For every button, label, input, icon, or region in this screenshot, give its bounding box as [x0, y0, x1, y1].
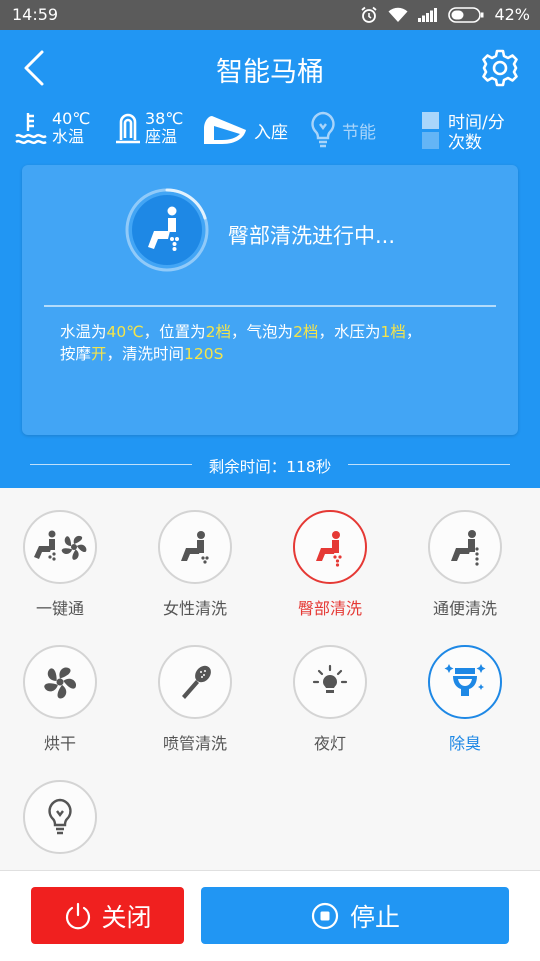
stop-button[interactable]: 停止 — [201, 887, 509, 944]
function-one-touch[interactable]: 一键通 — [0, 488, 120, 618]
battery-icon — [448, 6, 484, 23]
signal-icon — [418, 7, 438, 22]
card-divider — [44, 305, 496, 307]
detail-text: ，水压为 — [318, 323, 381, 341]
seat-temp-status: 38℃ 座温 — [113, 108, 183, 148]
detail-pressure: 1档 — [380, 323, 406, 341]
one-touch-icon — [34, 530, 87, 561]
bowel-wash-icon — [451, 530, 479, 566]
remaining-time: 剩余时间：118秒 — [0, 452, 540, 480]
function-hip-wash[interactable]: 臀部清洗 — [270, 488, 390, 618]
water-thermometer-icon — [15, 113, 47, 145]
toilet-seat-icon — [204, 116, 246, 144]
seat-temp-value: 38℃ — [145, 109, 184, 128]
function-label: 除臭 — [448, 734, 481, 753]
wifi-icon — [388, 7, 408, 23]
detail-text: ， — [405, 323, 422, 341]
function-energy-save[interactable]: 节能 — [0, 758, 120, 870]
deodorize-icon — [444, 664, 486, 696]
brush-icon — [182, 665, 211, 699]
function-female-wash[interactable]: 女性清洗 — [135, 488, 255, 618]
seated-status: 入座 — [200, 112, 288, 148]
function-grid: 一键通 女性清洗 臀部清洗 通便清洗 烘干 喷管清洗 夜灯 除臭 — [0, 488, 540, 870]
page-title: 智能马桶 — [216, 57, 324, 88]
wash-details: 水温为40℃，位置为2档，气泡为2档，水压为1档， 按摩开，清洗时间120S — [60, 321, 490, 365]
function-deodorize[interactable]: 除臭 — [405, 623, 525, 753]
seated-label: 入座 — [254, 122, 288, 143]
function-label: 夜灯 — [313, 734, 346, 753]
progress-ring — [124, 187, 210, 273]
battery-percent: 42% — [494, 5, 530, 24]
close-button[interactable]: 关闭 — [31, 887, 184, 944]
detail-water-temp: 40℃ — [106, 323, 144, 341]
remaining-time-text: 剩余时间：118秒 — [208, 458, 332, 476]
function-nozzle-clean[interactable]: 喷管清洗 — [135, 623, 255, 753]
title-bar: 智能马桶 — [0, 30, 540, 106]
function-label: 臀部清洗 — [297, 599, 362, 618]
hip-wash-icon — [316, 531, 342, 567]
function-bowel-wash[interactable]: 通便清洗 — [405, 488, 525, 618]
female-wash-icon — [181, 531, 209, 564]
detail-text: 水温为 — [60, 323, 107, 341]
mode-legend: 时间/分 次数 — [422, 110, 505, 153]
function-night-light[interactable]: 夜灯 — [270, 623, 390, 753]
wash-status-text: 臀部清洗进行中... — [228, 224, 396, 248]
water-temp-label: 水温 — [52, 127, 85, 146]
seat-temp-label: 座温 — [145, 127, 178, 146]
detail-text: ，位置为 — [143, 323, 206, 341]
detail-bubble: 2档 — [293, 323, 319, 341]
lightbulb-icon — [48, 798, 72, 835]
mode-count-label: 次数 — [448, 132, 482, 153]
detail-text: 按摩 — [60, 345, 92, 363]
wash-status-card: 臀部清洗进行中... 水温为40℃，位置为2档，气泡为2档，水压为1档， 按摩开… — [22, 165, 518, 435]
detail-wash-time: 120S — [184, 345, 224, 363]
gear-icon — [482, 49, 518, 87]
energy-label: 节能 — [342, 122, 376, 143]
energy-status: 节能 — [308, 110, 376, 150]
fan-icon — [44, 667, 77, 699]
bottom-action-bar: 关闭 停止 — [0, 870, 540, 961]
mode-time-square — [422, 111, 439, 129]
function-label: 一键通 — [35, 599, 84, 618]
close-button-label: 关闭 — [101, 902, 152, 932]
function-label: 女性清洗 — [162, 599, 227, 618]
power-icon — [66, 902, 91, 929]
water-temp-value: 40℃ — [52, 109, 91, 128]
mode-count-square — [422, 131, 439, 149]
seat-heat-icon — [116, 113, 140, 144]
status-bar: 14:59 42% — [0, 0, 540, 30]
status-time: 14:59 — [12, 5, 59, 24]
night-light-icon — [312, 664, 348, 693]
stop-button-label: 停止 — [349, 902, 400, 932]
function-dry[interactable]: 烘干 — [0, 623, 120, 753]
function-label: 通便清洗 — [432, 599, 497, 618]
status-row: 40℃ 水温 38℃ 座温 入座 节能 时间/分 次数 — [0, 108, 540, 156]
function-label: 烘干 — [43, 734, 76, 753]
function-label: 喷管清洗 — [162, 734, 227, 753]
detail-position: 2档 — [205, 323, 232, 341]
lightbulb-icon — [311, 111, 335, 148]
mode-count-row[interactable]: 次数 — [422, 130, 505, 153]
alarm-icon — [360, 6, 378, 24]
detail-text: ，清洗时间 — [106, 345, 185, 363]
stop-icon — [311, 902, 339, 929]
water-temp-status: 40℃ 水温 — [14, 108, 90, 148]
detail-massage: 开 — [91, 345, 107, 363]
settings-button[interactable] — [480, 48, 520, 88]
detail-text: ，气泡为 — [231, 323, 294, 341]
